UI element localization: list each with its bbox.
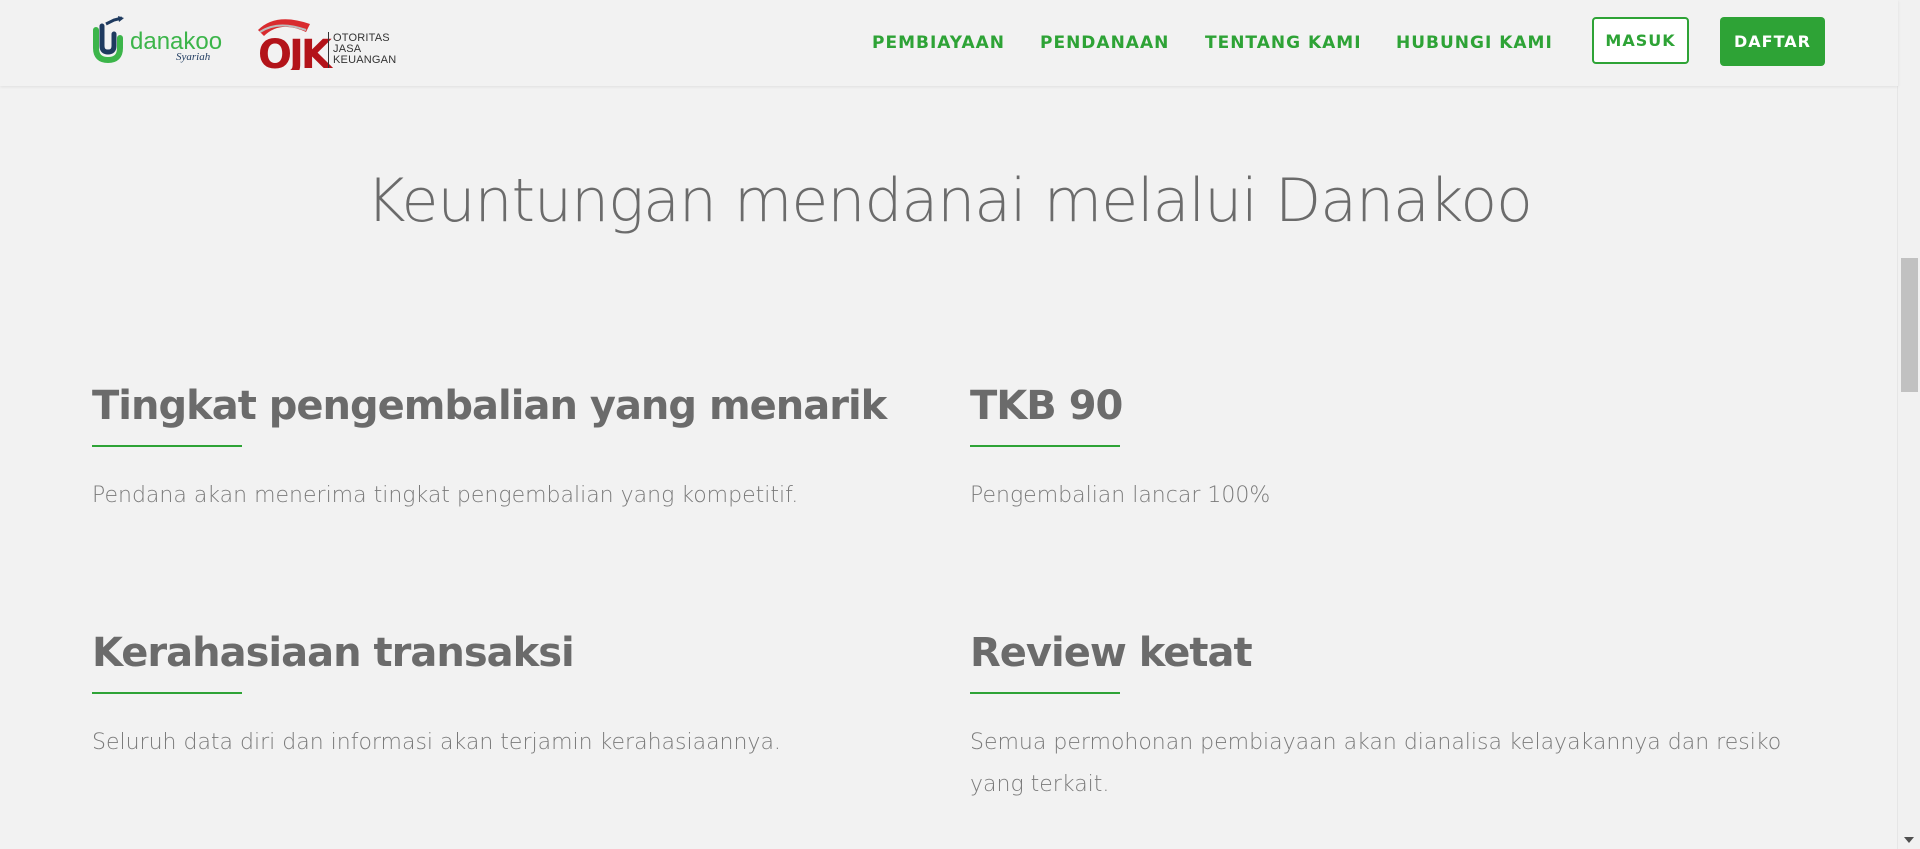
feature-description: Pengembalian lancar 100% <box>970 483 1271 508</box>
login-button[interactable]: MASUK <box>1592 17 1689 64</box>
brand-tagline: Syariah <box>176 51 211 63</box>
scrollbar-thumb[interactable] <box>1901 258 1918 392</box>
page: danakoo Syariah OJK OTORITAS JASA KEUANG… <box>0 0 1920 849</box>
section-title: Keuntungan mendanai melalui Danakoo <box>366 166 1533 236</box>
feature-description: Semua permohonan pembiayaan akan dianali… <box>970 730 1782 797</box>
feature-card: Kerahasiaan transaksi Seluruh data diri … <box>92 630 912 764</box>
nav-link-pendanaan[interactable]: PENDANAAN <box>1040 33 1169 53</box>
nav-link-tentang-kami[interactable]: TENTANG KAMI <box>1205 33 1362 53</box>
nav-link-hubungi-kami[interactable]: HUBUNGI KAMI <box>1396 33 1553 53</box>
feature-description: Pendana akan menerima tingkat pengembali… <box>92 483 799 508</box>
feature-card: Review ketat Semua permohonan pembiayaan… <box>970 630 1790 806</box>
nav-link-pembiayaan[interactable]: PEMBIAYAAN <box>872 33 1005 53</box>
feature-underline <box>970 692 1120 694</box>
ojk-emblem-icon: OJK <box>258 19 337 78</box>
feature-title: Kerahasiaan transaksi <box>92 630 575 676</box>
ojk-mark: OJK <box>258 32 334 70</box>
feature-title: Review ketat <box>970 630 1253 676</box>
ojk-line-3: KEUANGAN <box>333 54 397 66</box>
feature-card: Tingkat pengembalian yang menarik Pendan… <box>92 383 912 517</box>
ojk-divider <box>328 32 329 68</box>
feature-title: TKB 90 <box>970 383 1123 429</box>
danakoo-logo[interactable]: danakoo Syariah <box>92 16 222 68</box>
scroll-down-arrow-icon[interactable] <box>1904 837 1914 843</box>
danakoo-logo-icon: danakoo Syariah <box>93 16 222 64</box>
register-button[interactable]: DAFTAR <box>1720 17 1825 66</box>
ojk-wordmark: OTORITAS JASA KEUANGAN <box>333 33 396 66</box>
feature-description: Seluruh data diri dan informasi akan ter… <box>92 730 781 755</box>
vertical-scrollbar[interactable] <box>1897 0 1920 849</box>
navbar: danakoo Syariah OJK OTORITAS JASA KEUANG… <box>0 0 1898 86</box>
feature-underline <box>970 445 1120 447</box>
feature-underline <box>92 692 242 694</box>
feature-underline <box>92 445 242 447</box>
feature-title: Tingkat pengembalian yang menarik <box>92 383 887 429</box>
feature-card: TKB 90 Pengembalian lancar 100% <box>970 383 1790 517</box>
